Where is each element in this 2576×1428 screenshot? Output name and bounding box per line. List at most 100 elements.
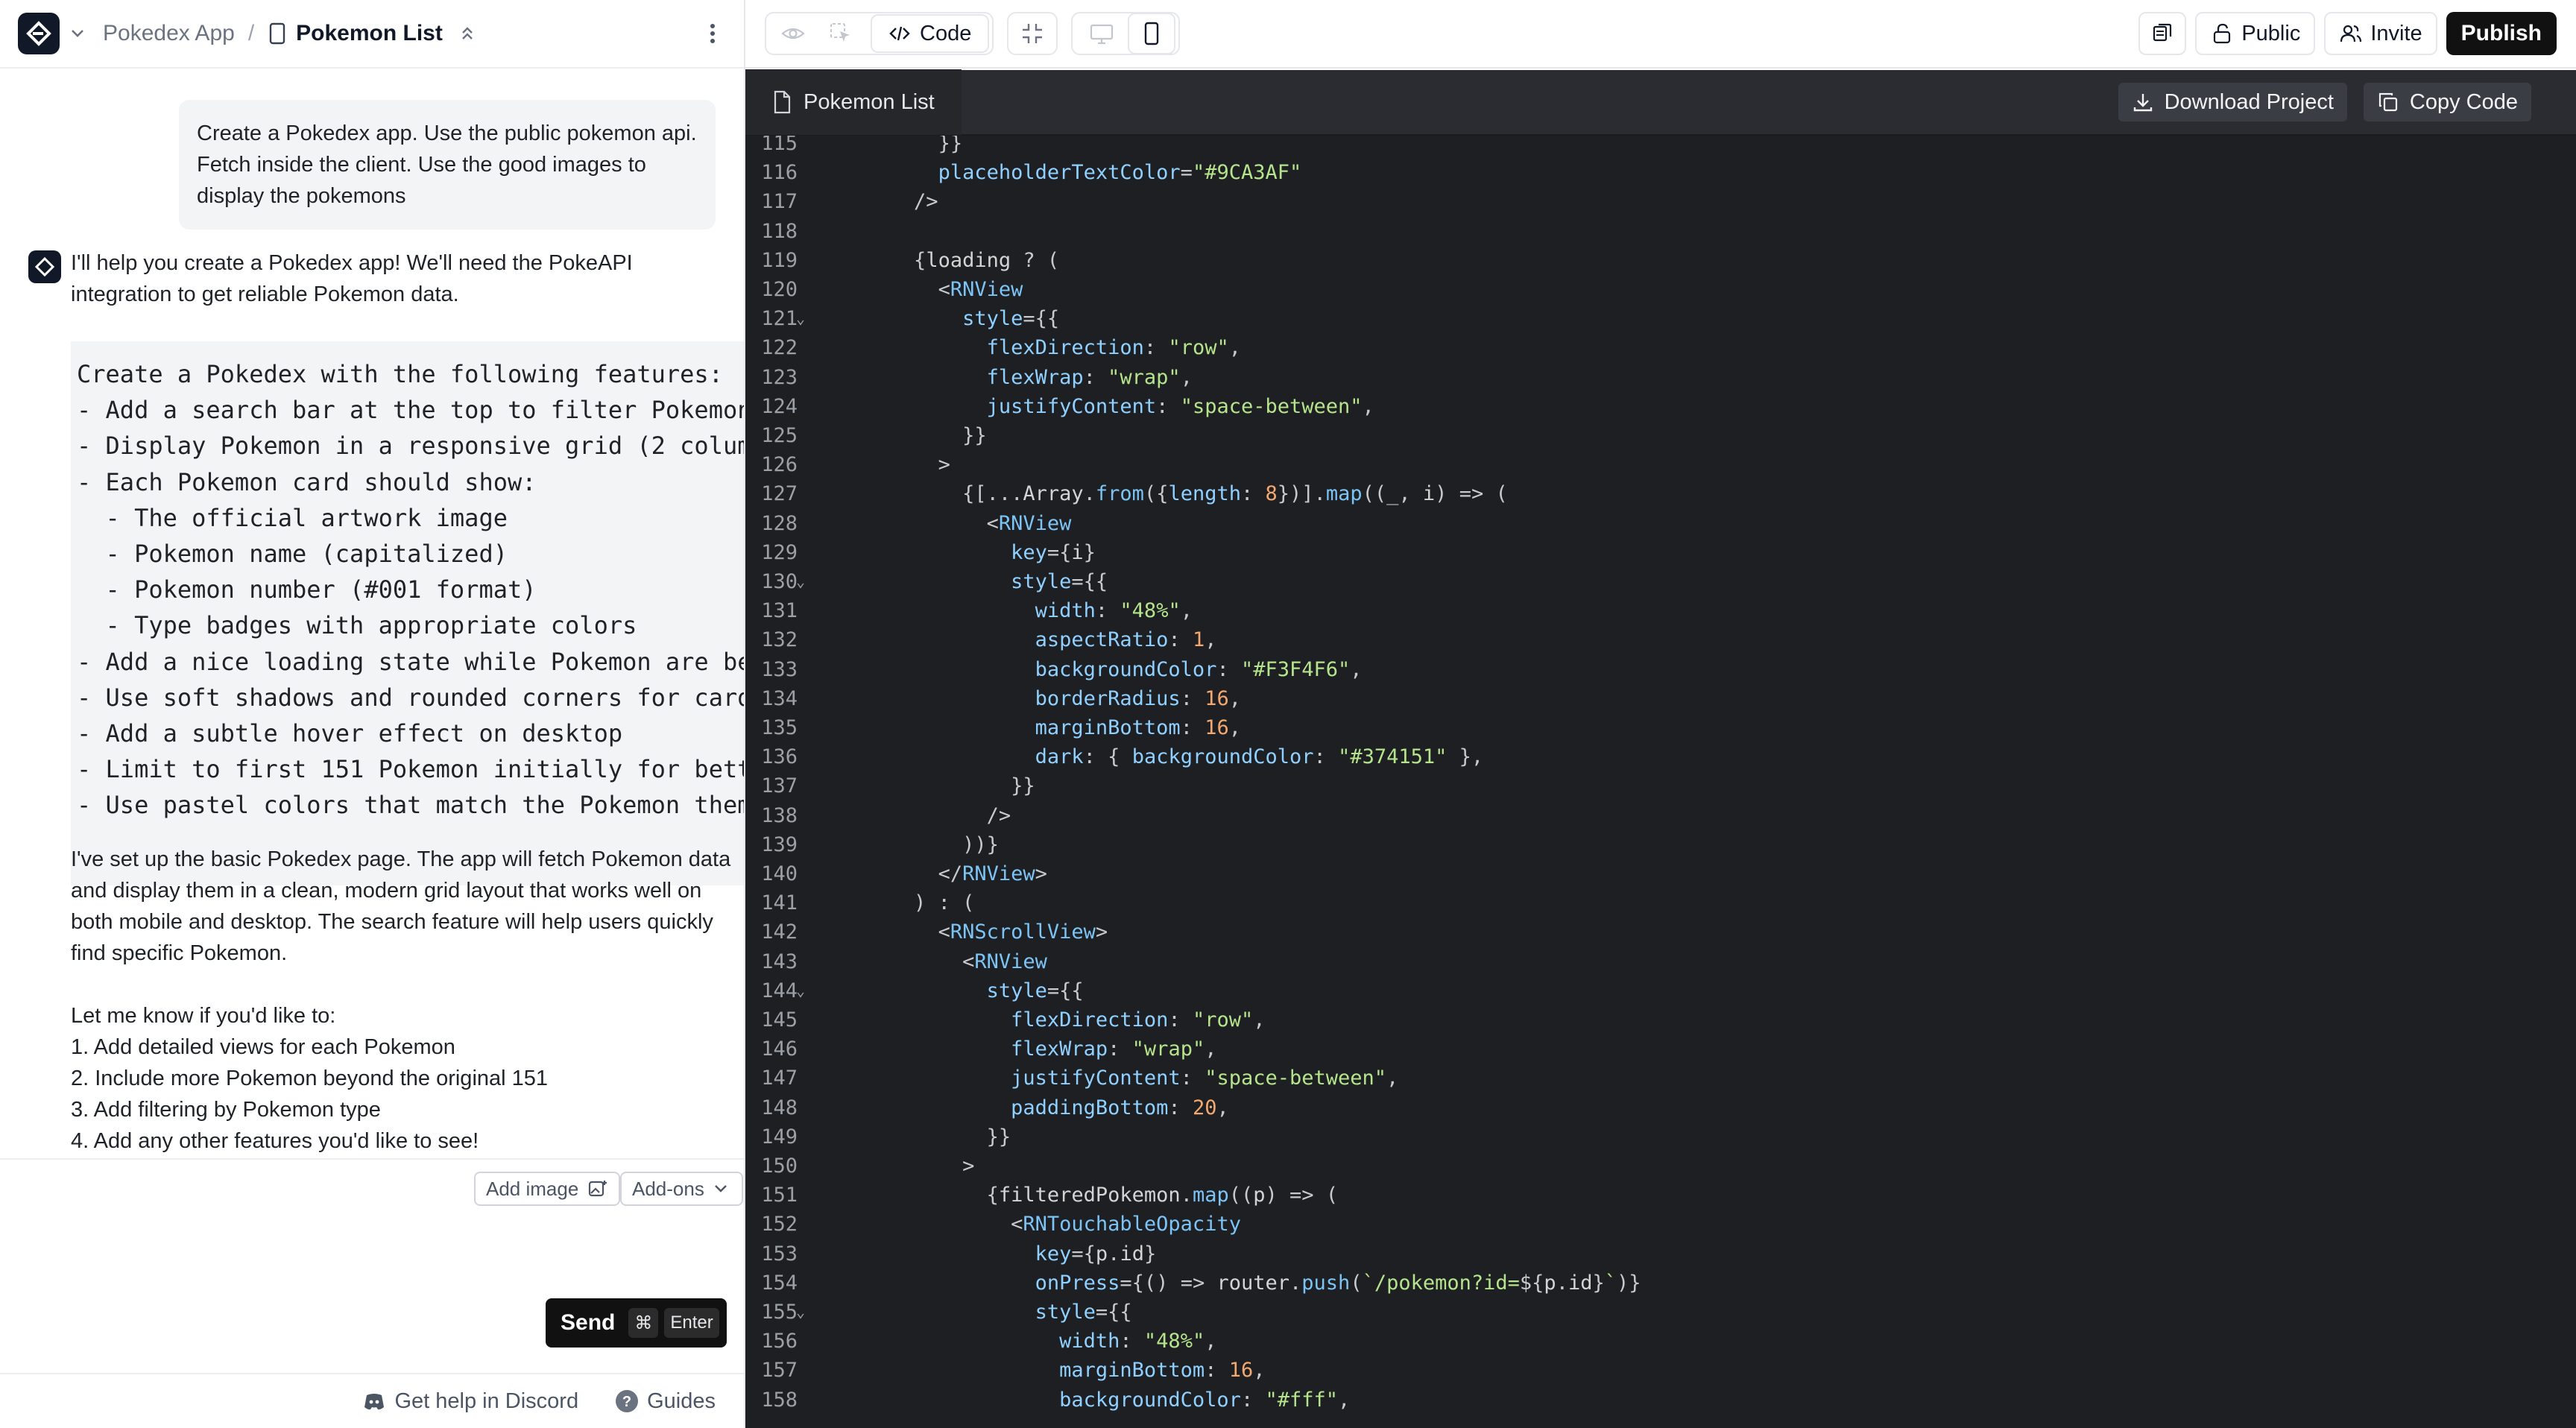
line-number: 131 — [761, 599, 798, 623]
line-number: 154 — [761, 1271, 798, 1295]
invite-button[interactable]: Invite — [2324, 12, 2437, 55]
code-line: 123 flexWrap: "wrap", — [745, 363, 2576, 392]
desktop-view-button[interactable] — [1076, 13, 1128, 54]
visibility-public-button[interactable]: Public — [2195, 12, 2316, 55]
line-number: 136 — [761, 745, 798, 769]
code-line: 128 <RNView — [745, 509, 2576, 538]
code-line: 154 onPress={() => router.push(`/pokemon… — [745, 1269, 2576, 1298]
invite-label: Invite — [2370, 21, 2422, 45]
tab-pokemon-list[interactable]: Pokemon List — [745, 69, 962, 135]
add-image-button[interactable]: Add image — [474, 1172, 621, 1206]
code-line: 116 placeholderTextColor="#9CA3AF" — [745, 158, 2576, 187]
fullscreen-toggle[interactable] — [1007, 12, 1058, 55]
add-image-label: Add image — [486, 1177, 579, 1200]
line-number: 151 — [761, 1184, 798, 1207]
assistant-followup-title: Let me know if you'd like to: — [71, 1004, 336, 1028]
select-mode-button[interactable] — [817, 13, 865, 54]
shortcut-enter: Enter — [664, 1308, 719, 1338]
code-text: </RNView> — [938, 862, 1047, 885]
code-text: <RNTouchableOpacity — [1011, 1213, 1241, 1236]
line-number: 143 — [761, 950, 798, 973]
fold-chevron-icon[interactable]: ⌄ — [796, 304, 805, 333]
code-text: backgroundColor: "#F3F4F6", — [1035, 657, 1363, 681]
view-mode-toggle: Code — [765, 12, 994, 55]
download-icon — [2133, 94, 2152, 112]
code-line: 119 {loading ? ( — [745, 246, 2576, 275]
line-number: 158 — [761, 1388, 798, 1412]
chat-messages[interactable]: Create a Pokedex app. Use the public pok… — [0, 69, 744, 1158]
fold-chevron-icon[interactable]: ⌄ — [796, 1298, 805, 1327]
code-text: }} — [1011, 774, 1035, 798]
code-area[interactable]: 115 }} 116 placeholderTextColor="#9CA3AF"… — [745, 136, 2576, 1428]
mobile-device-icon — [269, 22, 285, 45]
line-number: 132 — [761, 628, 798, 652]
user-message: Create a Pokedex app. Use the public pok… — [179, 100, 716, 230]
code-text: }} — [938, 136, 963, 155]
breadcrumb-project[interactable]: Pokedex App — [103, 21, 235, 46]
chevrons-up-icon[interactable] — [456, 22, 479, 45]
code-text: placeholderTextColor="#9CA3AF" — [938, 161, 1302, 185]
fold-chevron-icon[interactable]: ⌄ — [796, 976, 805, 1005]
fold-chevron-icon[interactable]: ⌄ — [796, 567, 805, 596]
assistant-intro-text: I'll help you create a Pokedex app! We'l… — [71, 251, 633, 306]
line-number: 128 — [761, 511, 798, 535]
code-editor: Pokemon List Download Project Copy Code … — [745, 69, 2576, 1428]
addons-dropdown[interactable]: Add-ons — [620, 1172, 743, 1206]
code-line: 131 width: "48%", — [745, 596, 2576, 625]
code-text: <RNView — [986, 511, 1072, 535]
line-number: 137 — [761, 774, 798, 798]
code-line: 156 width: "48%", — [745, 1327, 2576, 1356]
discord-help-link[interactable]: Get help in Discord — [362, 1388, 578, 1414]
copy-code-button[interactable]: Copy Code — [2363, 83, 2531, 121]
line-number: 117 — [761, 190, 798, 214]
guides-link[interactable]: ? Guides — [614, 1388, 716, 1414]
download-project-label: Download Project — [2164, 89, 2334, 114]
database-button[interactable] — [2138, 12, 2187, 55]
code-mode-button[interactable]: Code — [871, 14, 990, 53]
line-number: 150 — [761, 1154, 798, 1178]
svg-text:?: ? — [622, 1394, 631, 1410]
help-circle-icon: ? — [616, 1390, 639, 1412]
eye-icon — [781, 28, 805, 40]
code-text: ))} — [962, 833, 999, 856]
code-text: <RNView — [938, 278, 1023, 301]
file-icon — [774, 90, 791, 114]
code-icon — [889, 26, 910, 41]
line-number: 157 — [761, 1359, 798, 1383]
assistant-summary: I've set up the basic Pokedex page. The … — [71, 844, 742, 1157]
code-line: 150 > — [745, 1151, 2576, 1181]
code-line: 146 flexWrap: "wrap", — [745, 1034, 2576, 1064]
code-line: 144 ⌄ style={{ — [745, 976, 2576, 1005]
line-number: 134 — [761, 686, 798, 710]
code-line: 135 marginBottom: 16, — [745, 713, 2576, 742]
code-text: {[...Array.from({length: 8})].map((_, i)… — [962, 482, 1508, 506]
desktop-icon — [1090, 24, 1114, 45]
line-number: 146 — [761, 1037, 798, 1061]
chevron-down-icon[interactable] — [67, 23, 88, 44]
followup-item: 2. Include more Pokemon beyond the origi… — [71, 1067, 549, 1090]
mobile-icon — [1145, 22, 1159, 45]
code-line: 148 paddingBottom: 20, — [745, 1093, 2576, 1122]
code-text: style={{ — [1011, 570, 1108, 593]
line-number: 118 — [761, 219, 798, 243]
preview-mode-button[interactable] — [769, 13, 817, 54]
tab-label: Pokemon List — [804, 89, 935, 114]
code-line: 142 <RNScrollView> — [745, 917, 2576, 947]
code-text: paddingBottom: 20, — [1011, 1096, 1229, 1119]
code-text: key={i} — [1011, 540, 1096, 564]
publish-button[interactable]: Publish — [2446, 12, 2557, 55]
app-logo-icon[interactable] — [18, 13, 60, 54]
message-input[interactable] — [0, 1212, 744, 1294]
line-number: 130 — [761, 570, 798, 593]
code-text: key={p.id} — [1035, 1242, 1157, 1266]
send-button[interactable]: Send ⌘ Enter — [546, 1298, 727, 1348]
more-options-icon[interactable] — [699, 20, 726, 47]
download-project-button[interactable]: Download Project — [2118, 83, 2347, 121]
code-text: {filteredPokemon.map((p) => ( — [986, 1184, 1339, 1207]
code-line: 124 justifyContent: "space-between", — [745, 392, 2576, 421]
mobile-view-button[interactable] — [1128, 13, 1176, 54]
breadcrumb-page[interactable]: Pokemon List — [268, 21, 443, 46]
copy-icon — [2378, 92, 2398, 112]
line-number: 142 — [761, 920, 798, 944]
line-number: 123 — [761, 365, 798, 389]
